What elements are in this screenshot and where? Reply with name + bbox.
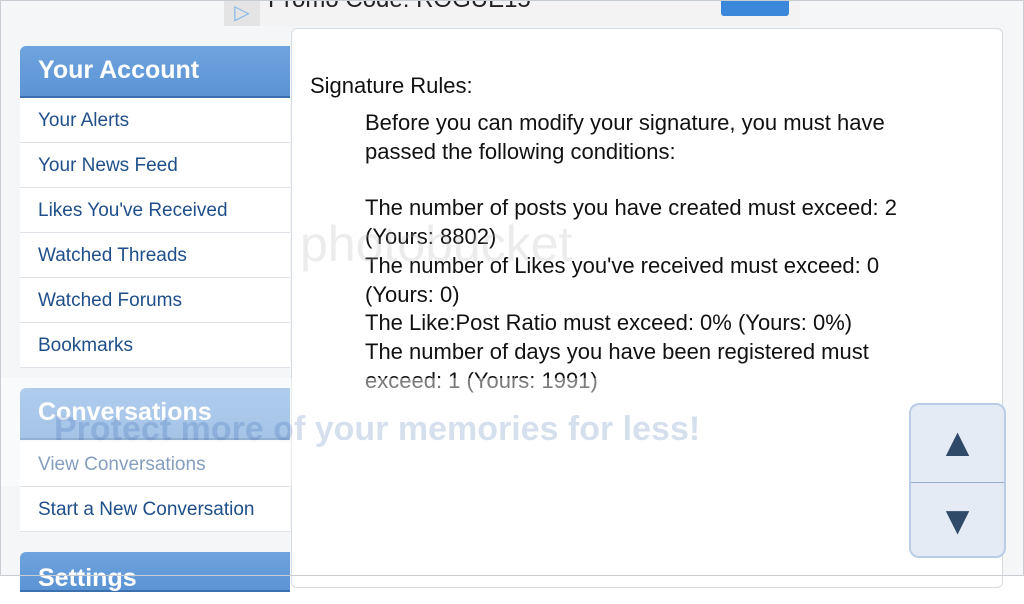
scroll-up-icon[interactable]: ▲ [911, 405, 1004, 481]
rule-days: The number of days you have been registe… [365, 338, 869, 393]
sidebar-item-your-alerts[interactable]: Your Alerts [20, 98, 290, 143]
sidebar-item-likes-received[interactable]: Likes You've Received [20, 188, 290, 233]
settings-header: Settings [20, 552, 290, 592]
rules-body: Before you can modify your signature, yo… [365, 109, 925, 395]
scroll-down-icon[interactable]: ▼ [911, 483, 1004, 559]
conversations-header: Conversations [20, 388, 290, 440]
ad-button[interactable] [721, 0, 789, 16]
sidebar-item-bookmarks[interactable]: Bookmarks [20, 323, 290, 368]
account-sidebar: Your Account Your Alerts Your News Feed … [20, 46, 290, 592]
sidebar-item-watched-threads[interactable]: Watched Threads [20, 233, 290, 278]
rule-likes: The number of Likes you've received must… [365, 252, 880, 307]
ad-text: Promo Code: ROGUE15 [268, 0, 531, 14]
your-account-header: Your Account [20, 46, 290, 98]
play-icon: ▷ [224, 0, 260, 26]
signature-rules-panel: Signature Rules: Before you can modify y… [291, 28, 1003, 588]
sidebar-item-watched-forums[interactable]: Watched Forums [20, 278, 290, 323]
sidebar-item-start-conversation[interactable]: Start a New Conversation [20, 487, 290, 532]
rule-ratio: The Like:Post Ratio must exceed: 0% (You… [365, 310, 853, 336]
page-title: Signature Rules: [310, 73, 473, 98]
sidebar-item-view-conversations[interactable]: View Conversations [20, 442, 290, 487]
rule-posts: The number of posts you have created mus… [365, 195, 897, 250]
sidebar-item-news-feed[interactable]: Your News Feed [20, 143, 290, 188]
ad-banner[interactable]: ▷ Promo Code: ROGUE15 [224, 0, 800, 26]
scroll-controls: ▲ ▼ [909, 403, 1006, 558]
rules-intro: Before you can modify your signature, yo… [365, 110, 885, 164]
